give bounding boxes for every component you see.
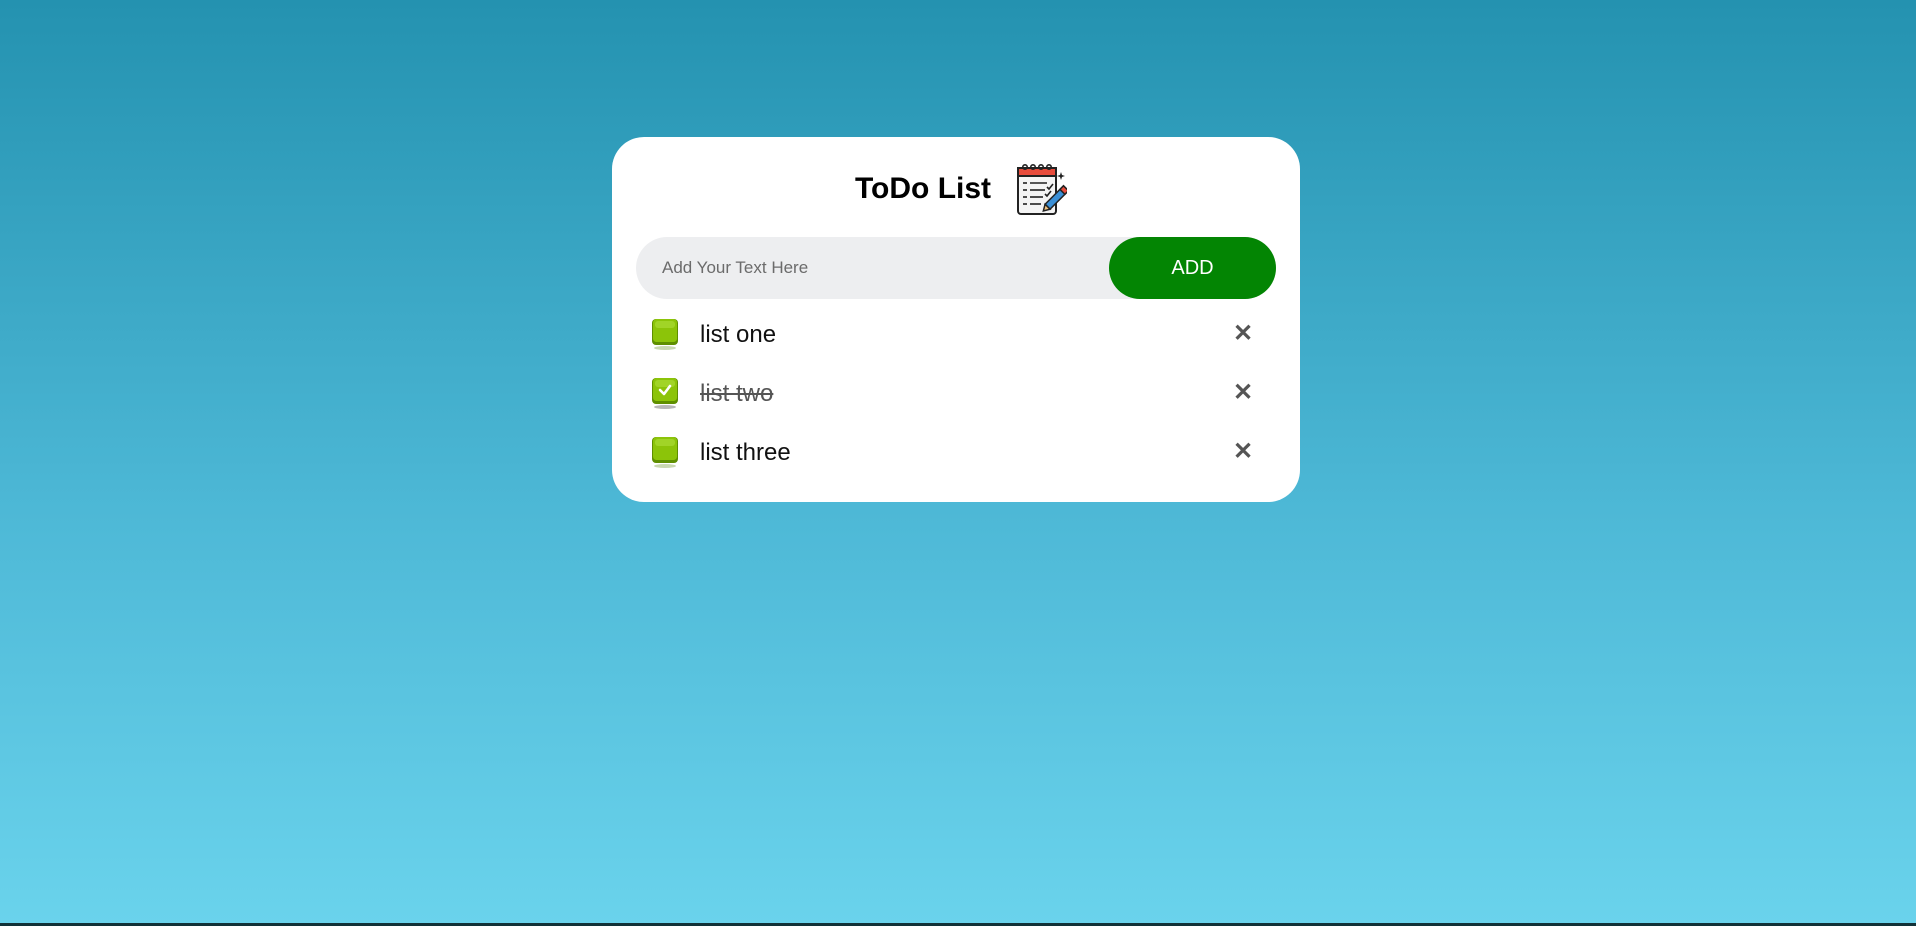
todo-card: ToDo List ADD <box>612 137 1300 502</box>
close-icon[interactable]: ✕ <box>1232 440 1254 464</box>
task-input[interactable] <box>636 237 1096 299</box>
close-icon[interactable]: ✕ <box>1232 381 1254 405</box>
close-icon[interactable]: ✕ <box>1232 322 1254 346</box>
app-title: ToDo List <box>854 172 992 205</box>
list-item[interactable]: list two ✕ <box>612 366 1300 425</box>
unchecked-box-icon[interactable] <box>650 317 680 351</box>
add-task-row: ADD <box>636 237 1276 299</box>
header: ToDo List <box>612 161 1300 217</box>
todo-list: list one ✕ list two ✕ list three ✕ <box>612 307 1300 484</box>
unchecked-box-icon[interactable] <box>650 435 680 469</box>
list-item[interactable]: list one ✕ <box>612 307 1300 366</box>
list-item[interactable]: list three ✕ <box>612 425 1300 484</box>
todo-label: list two <box>700 380 774 407</box>
todo-label: list three <box>700 439 791 466</box>
add-button[interactable]: ADD <box>1109 237 1276 299</box>
todo-label: list one <box>700 321 777 348</box>
checked-box-icon[interactable] <box>650 376 680 410</box>
notepad-checklist-icon <box>1017 163 1068 215</box>
